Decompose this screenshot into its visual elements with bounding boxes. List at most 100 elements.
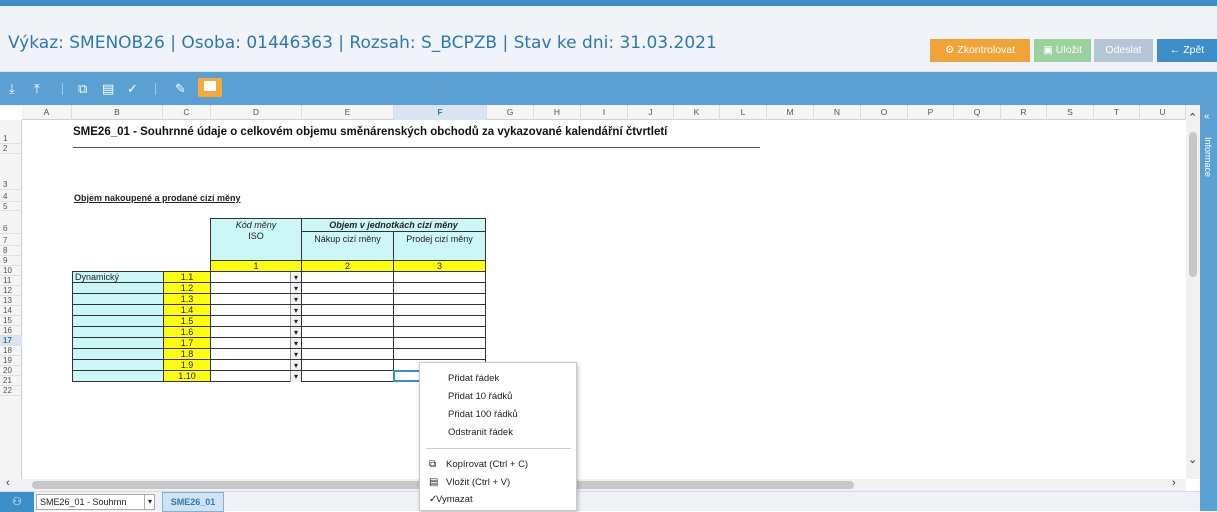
menu-item-copy[interactable]: Kopírovat (Ctrl + C): [446, 459, 528, 470]
sheet-footer: ⚇ SME26_01 - Souhrnn ▾ SME26_01: [0, 491, 1200, 512]
check-button[interactable]: ⚙ Zkontrolovat: [930, 39, 1030, 62]
row-header[interactable]: 19: [0, 356, 22, 366]
spreadsheet-grid[interactable]: ABCDEFGHIJKLMNOPQRSTU 1 2 3 4 5 6 7 8 9 10 11 12 13 1…: [0, 105, 1200, 479]
comment-toggle-button[interactable]: [198, 78, 222, 97]
edit-icon[interactable]: ✎: [175, 82, 186, 96]
row-header[interactable]: 3: [0, 154, 22, 190]
column-header[interactable]: B: [72, 105, 163, 120]
sheet-tab-sme26-01[interactable]: SME26_01: [162, 492, 224, 512]
vertical-scroll-thumb[interactable]: [1189, 132, 1197, 277]
row-header[interactable]: 7: [0, 234, 22, 246]
context-menu: Přidat řádek Přidat 10 řádků Přidat 100 …: [419, 362, 577, 511]
row-header[interactable]: 1: [0, 120, 22, 144]
save-button-label: Uložit: [1055, 44, 1083, 56]
info-side-panel[interactable]: « Informace: [1200, 105, 1217, 511]
column-header[interactable]: F: [394, 105, 487, 120]
column-header[interactable]: I: [581, 105, 628, 120]
row-header[interactable]: 14: [0, 306, 22, 316]
column-header[interactable]: P: [908, 105, 954, 120]
row-header[interactable]: 12: [0, 286, 22, 296]
horizontal-scrollbar[interactable]: ‹ ›: [0, 477, 1186, 491]
menu-item-paste[interactable]: Vložit (Ctrl + V): [446, 477, 510, 488]
row-headers: 1 2 3 4 5 6 7 8 9 10 11 12 13 14 15 16 17 18 19 20 21 22: [0, 120, 22, 479]
row-header[interactable]: 8: [0, 246, 22, 256]
column-header[interactable]: U: [1140, 105, 1186, 120]
row-header[interactable]: 2: [0, 144, 22, 154]
menu-divider: [426, 448, 571, 449]
column-header[interactable]: H: [534, 105, 581, 120]
iso-input-cell[interactable]: ▾: [210, 370, 302, 382]
row-header[interactable]: 10: [0, 266, 22, 276]
row-header[interactable]: 15: [0, 316, 22, 326]
column-header[interactable]: N: [814, 105, 861, 120]
nakup-input-cell[interactable]: [301, 370, 394, 382]
sheet-toolbar: ⤓ ⤒ ⧉ ▤ ✓ ✎: [0, 72, 1217, 105]
sheet-title: SME26_01 - Souhrnné údaje o celkovém obj…: [73, 126, 668, 138]
back-button[interactable]: ← Zpět: [1157, 39, 1217, 62]
save-button[interactable]: ▣ Uložit: [1034, 39, 1091, 62]
kod-header-label: Kód měny: [235, 220, 277, 230]
download-icon[interactable]: ⤓: [9, 82, 15, 96]
menu-item-clear[interactable]: Vymazat: [436, 494, 473, 505]
row-header[interactable]: 17: [0, 336, 22, 346]
row-header[interactable]: 18: [0, 346, 22, 356]
column-header[interactable]: D: [211, 105, 302, 120]
table-header-prodej: Prodej cizí měny: [393, 231, 486, 261]
sheet-selector[interactable]: SME26_01 - Souhrnn ▾: [36, 494, 155, 510]
clear-icon[interactable]: ✓: [127, 82, 138, 96]
row-header[interactable]: 13: [0, 296, 22, 306]
toolbar-divider: [155, 83, 156, 95]
sheets-icon[interactable]: ⚇: [0, 492, 34, 512]
copy-icon: ⧉: [429, 459, 437, 470]
row-header[interactable]: 20: [0, 366, 22, 376]
menu-item-add-100-rows[interactable]: Přidat 100 řádků: [448, 409, 518, 420]
toolbar-divider: [62, 83, 63, 95]
menu-item-add-10-rows[interactable]: Přidat 10 řádků: [448, 391, 512, 402]
send-button[interactable]: Odeslat: [1094, 39, 1153, 62]
chevron-left-icon[interactable]: ‹: [6, 477, 10, 489]
column-header[interactable]: E: [302, 105, 394, 120]
title-underline: [73, 147, 760, 148]
table-header-kod: Kód měny ISO: [210, 218, 302, 261]
arrow-left-icon: ←: [1169, 44, 1184, 56]
upload-icon[interactable]: ⤒: [34, 82, 40, 96]
gears-icon: ⚙: [944, 44, 958, 56]
row-header[interactable]: 21: [0, 376, 22, 386]
row-label-cell: [72, 370, 164, 382]
chevron-down-icon[interactable]: ⌄: [1188, 453, 1197, 466]
row-header[interactable]: 5: [0, 202, 22, 211]
column-header[interactable]: L: [720, 105, 767, 120]
section-subtitle: Objem nakoupené a prodané cizí měny: [74, 193, 241, 203]
row-header[interactable]: 22: [0, 386, 22, 396]
column-header[interactable]: G: [487, 105, 534, 120]
sheet-selector-value: SME26_01 - Souhrnn: [40, 497, 127, 507]
column-header[interactable]: J: [628, 105, 674, 120]
info-panel-label: Informace: [1203, 137, 1213, 178]
vertical-scrollbar[interactable]: ⌃ ⌄: [1186, 105, 1200, 479]
row-header[interactable]: 6: [0, 211, 22, 234]
copy-icon[interactable]: ⧉: [78, 82, 87, 96]
double-chevron-left-icon[interactable]: «: [1204, 111, 1210, 122]
column-header[interactable]: K: [674, 105, 720, 120]
column-header[interactable]: S: [1047, 105, 1094, 120]
row-header[interactable]: 11: [0, 276, 22, 286]
column-header[interactable]: O: [861, 105, 908, 120]
column-header[interactable]: Q: [954, 105, 1001, 120]
paste-icon[interactable]: ▤: [102, 82, 114, 96]
back-button-label: Zpět: [1183, 44, 1205, 56]
column-header[interactable]: R: [1001, 105, 1047, 120]
caret-down-icon[interactable]: ▾: [143, 495, 152, 509]
caret-down-icon[interactable]: ▾: [290, 371, 301, 382]
row-header[interactable]: 9: [0, 256, 22, 266]
chevron-up-icon[interactable]: ⌃: [1188, 111, 1197, 124]
column-header[interactable]: C: [163, 105, 211, 120]
menu-item-remove-row[interactable]: Odstranit řádek: [448, 427, 513, 438]
column-header[interactable]: T: [1094, 105, 1140, 120]
column-header[interactable]: M: [767, 105, 814, 120]
chevron-right-icon[interactable]: ›: [1172, 477, 1176, 489]
row-header[interactable]: 16: [0, 326, 22, 336]
row-header[interactable]: 4: [0, 190, 22, 202]
check-button-label: Zkontrolovat: [957, 44, 1016, 56]
column-header[interactable]: A: [22, 105, 72, 120]
menu-item-add-row[interactable]: Přidat řádek: [448, 373, 499, 384]
